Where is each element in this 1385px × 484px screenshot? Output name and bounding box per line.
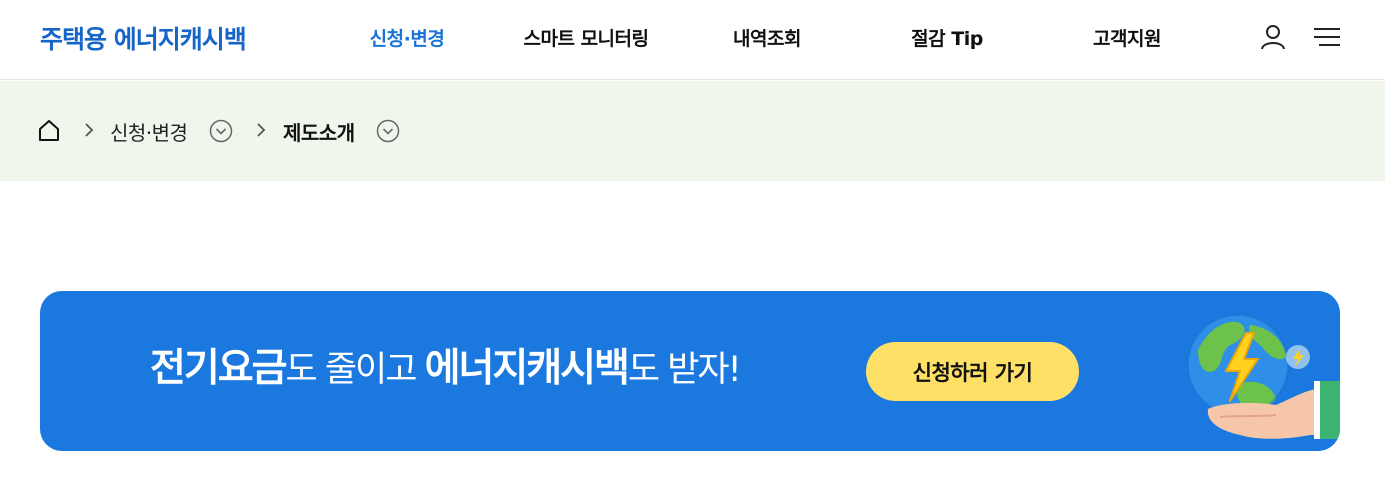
- nav-item-history[interactable]: 내역조회: [733, 24, 801, 51]
- banner-headline: 전기요금도 줄이고 에너지캐시백도 받자!: [150, 339, 742, 400]
- home-icon[interactable]: [37, 118, 61, 142]
- breadcrumb: 신청·변경 제도소개: [0, 81, 1385, 181]
- nav-item-support[interactable]: 고객지원: [1093, 24, 1161, 51]
- chevron-right-icon: [257, 123, 266, 137]
- globe-in-hand-illustration: [1187, 314, 1340, 439]
- banner-strong-1: 전기요금: [150, 346, 288, 391]
- nav-item-apply[interactable]: 신청·변경: [370, 24, 445, 51]
- nav-item-saving-tips[interactable]: 절감 Tip: [911, 24, 983, 51]
- site-header: 주택용 에너지캐시백 신청·변경 스마트 모니터링 내역조회 절감 Tip 고객…: [0, 0, 1385, 80]
- user-icon[interactable]: [1259, 23, 1287, 51]
- banner-strong-2: 에너지캐시백: [424, 346, 630, 391]
- nav-item-smart-monitoring[interactable]: 스마트 모니터링: [524, 24, 649, 51]
- menu-icon[interactable]: [1313, 25, 1341, 49]
- chevron-right-icon: [85, 123, 94, 137]
- chevron-down-icon[interactable]: [376, 119, 400, 143]
- banner-light-2: 도 받자!: [627, 350, 742, 390]
- chevron-down-icon[interactable]: [209, 119, 233, 143]
- breadcrumb-item-apply[interactable]: 신청·변경: [110, 117, 188, 146]
- banner-light-1: 도 줄이고: [285, 350, 425, 390]
- site-logo[interactable]: 주택용 에너지캐시백: [40, 20, 247, 56]
- breadcrumb-item-intro[interactable]: 제도소개: [283, 117, 355, 146]
- promo-banner: 전기요금도 줄이고 에너지캐시백도 받자! 신청하러 가기: [40, 291, 1340, 451]
- apply-button[interactable]: 신청하러 가기: [866, 342, 1079, 401]
